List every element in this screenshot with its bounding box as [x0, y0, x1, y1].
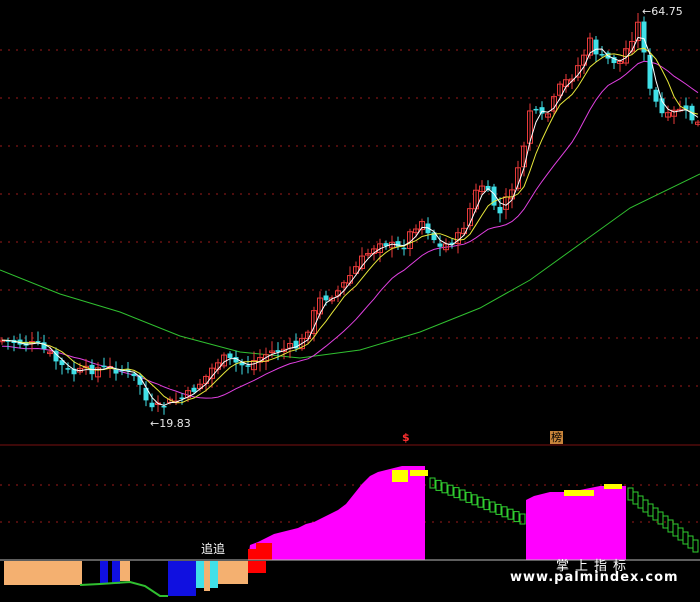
volume-bar [120, 561, 130, 581]
oscillator-down-box [647, 503, 654, 517]
oscillator-down-box [692, 539, 699, 553]
oscillator-down-box [501, 506, 508, 518]
ma-long-line [1, 60, 699, 399]
oscillator-down-box [495, 503, 502, 515]
oscillator-down-box [429, 477, 436, 489]
oscillator-down-box [652, 507, 659, 521]
candle-body [245, 365, 251, 367]
grid-lines [0, 49, 700, 523]
candlestick-series [0, 12, 700, 415]
arrow-left-icon: ← [150, 417, 160, 430]
volume-bar [248, 561, 266, 573]
low-price-label: ←19.83 [150, 417, 191, 430]
oscillator-top-block [564, 490, 594, 496]
volume-bar [210, 561, 218, 588]
oscillator-down-box [513, 511, 520, 523]
candle-body [653, 89, 659, 102]
candle-body [647, 54, 653, 89]
high-price-label: ←64.75 [642, 5, 683, 18]
ma-slow-line [0, 173, 700, 359]
oscillator-down-box [672, 523, 679, 537]
ma-mid-line [1, 47, 699, 404]
oscillator-top-block [604, 484, 622, 489]
chase-label: 追追 [201, 542, 226, 556]
oscillator-down-box [465, 491, 472, 503]
volume-bar-group [4, 561, 82, 585]
oscillator-down-box [632, 491, 639, 505]
oscillator-down-box [453, 487, 460, 499]
oscillator-top-block [410, 470, 428, 476]
ma-slow-path [0, 173, 700, 359]
candle-body [437, 243, 443, 247]
candle-body [149, 402, 155, 408]
ma-short-path [1, 36, 699, 406]
volume-bar [100, 561, 108, 584]
signal-bang-marker: 榜 [550, 431, 563, 444]
ma-long-path [1, 60, 699, 399]
oscillator-area [526, 486, 626, 560]
candle-body [395, 241, 401, 247]
candle-body [401, 247, 407, 250]
oscillator-down-box [483, 499, 490, 511]
oscillator-down-box [507, 508, 514, 520]
candle-body [113, 369, 119, 374]
oscillator-down-box [687, 535, 694, 549]
candle-body [533, 108, 539, 111]
oscillator-top-block [392, 470, 408, 482]
oscillator-down-box [677, 527, 684, 541]
oscillator-down-box [471, 494, 478, 506]
oscillator-down-box [642, 499, 649, 513]
oscillator-down-box [657, 511, 664, 525]
signal-s-marker: $ [402, 431, 410, 444]
stock-chart [0, 12, 700, 597]
candle-body [593, 39, 599, 55]
candle-body [101, 365, 107, 368]
oscillator-panel [248, 466, 699, 560]
volume-ma-line [79, 580, 168, 597]
oscillator-down-box [627, 487, 634, 501]
candle-body [65, 368, 71, 370]
oscillator-down-box [682, 531, 689, 545]
candle-body [539, 107, 545, 114]
ma-mid-path [1, 47, 699, 404]
volume-bar [196, 561, 204, 588]
oscillator-down-box [637, 495, 644, 509]
volume-bar [204, 561, 210, 591]
candle-body [191, 387, 197, 392]
candle-body [227, 353, 233, 359]
oscillator-down-box [447, 484, 454, 496]
candle-body [497, 206, 503, 214]
ma-short-line [1, 36, 699, 406]
volume-panel [4, 561, 266, 597]
oscillator-red-block [248, 549, 272, 560]
candle-body [599, 54, 605, 56]
oscillator-down-box [489, 501, 496, 513]
watermark-url: www.palmindex.com [510, 570, 679, 585]
volume-bar-group [168, 561, 196, 596]
oscillator-down-box [441, 482, 448, 494]
candle-body [161, 405, 167, 408]
volume-bar [112, 561, 120, 584]
arrow-left-icon: ← [642, 5, 652, 18]
oscillator-down-box [477, 496, 484, 508]
candle-body [323, 295, 329, 301]
oscillator-red-block [256, 543, 272, 549]
oscillator-down-box [459, 489, 466, 501]
volume-bar-group [218, 561, 248, 584]
